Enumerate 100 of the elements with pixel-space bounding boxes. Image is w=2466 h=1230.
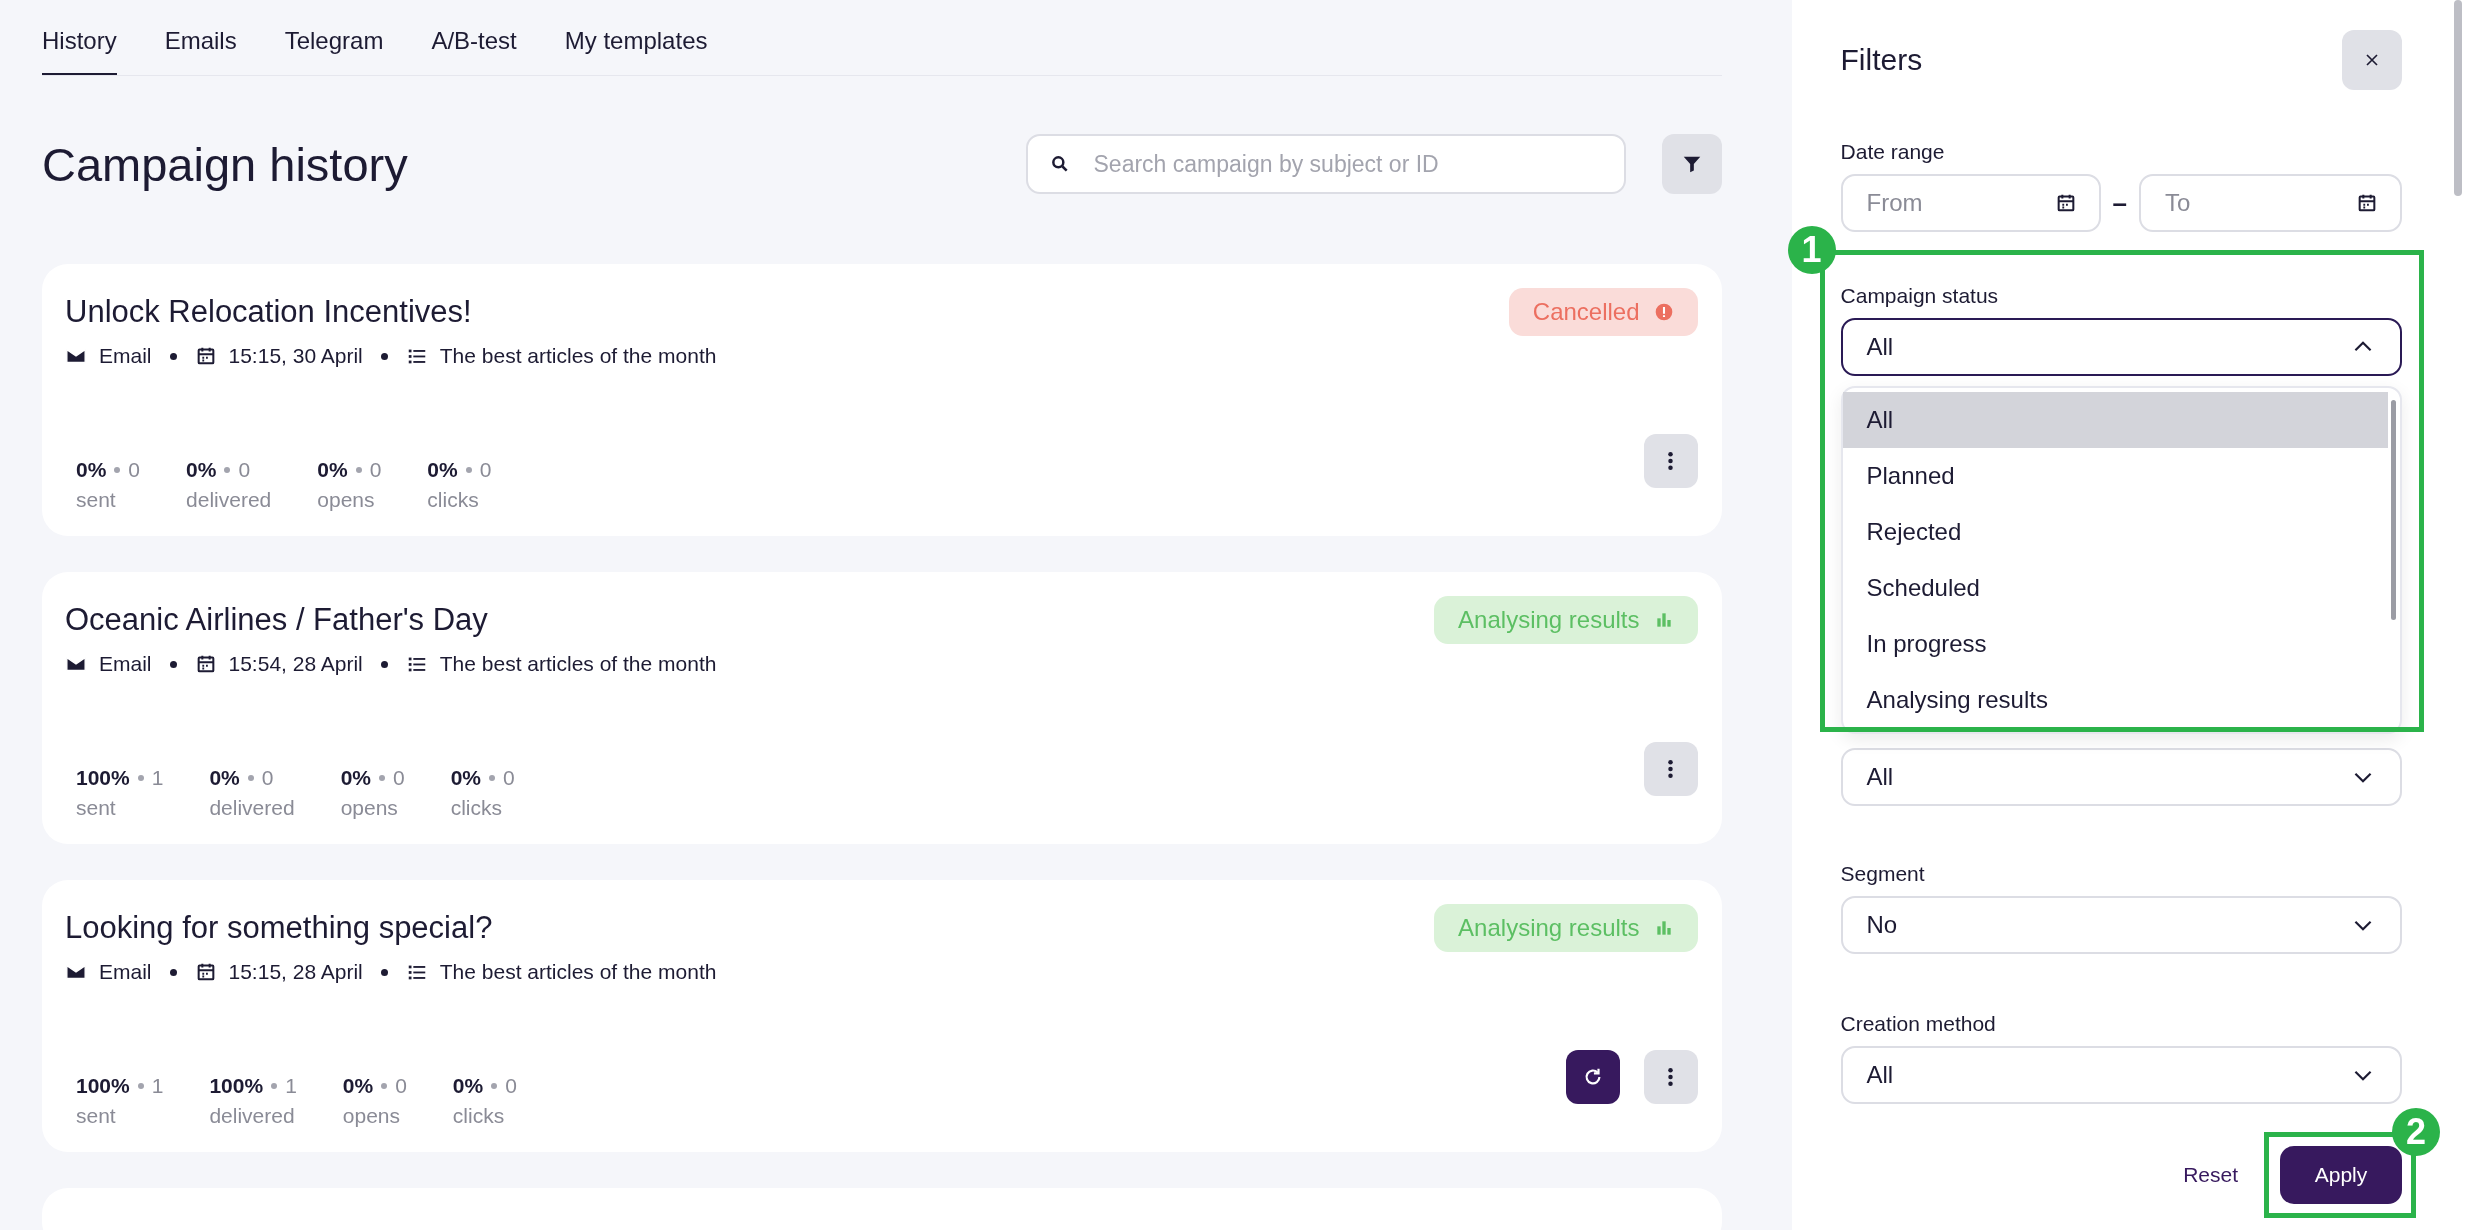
status-select[interactable]: All: [1840, 318, 2402, 376]
stat-count: 1: [151, 1074, 164, 1098]
stat-label: delivered: [186, 488, 272, 512]
stat-count: 0: [369, 458, 382, 482]
stat-count: 0: [395, 1074, 407, 1098]
search-field[interactable]: Search campaign by subject or ID: [1025, 134, 1626, 194]
scrollbar[interactable]: [2454, 0, 2462, 196]
date-to-field[interactable]: To: [2139, 174, 2402, 232]
separator-dot: [380, 968, 388, 976]
retry-button[interactable]: [1565, 1050, 1620, 1104]
more-button[interactable]: [1643, 434, 1698, 488]
field-label: Creation method: [1840, 1012, 1997, 1036]
stat-percent: 100%: [76, 766, 130, 790]
separator-dot: [169, 660, 177, 668]
stat-percent: 0%: [76, 458, 107, 482]
page-title: Campaign history: [42, 136, 409, 192]
dropdown-option[interactable]: Rejected: [1842, 504, 2388, 560]
campaign-title: Looking for something special?: [65, 910, 493, 946]
range-separator: –: [2112, 187, 2127, 219]
tab[interactable]: History: [42, 27, 117, 75]
tab[interactable]: Emails: [164, 27, 237, 75]
search-icon: [1049, 154, 1070, 174]
alert-icon: [1653, 302, 1674, 322]
separator-dot: [169, 352, 177, 360]
campaign-title: Unlock Relocation Incentives!: [65, 294, 472, 330]
creation-method-select[interactable]: All: [1840, 1046, 2402, 1104]
dropdown-option[interactable]: All: [1842, 392, 2388, 448]
stat-label: delivered: [209, 796, 295, 820]
dropdown-option[interactable]: Planned: [1842, 448, 2388, 504]
annotation-number: 1: [1787, 226, 1836, 274]
separator-dot: [379, 775, 385, 781]
stat-count: 0: [128, 458, 141, 482]
dropdown-option[interactable]: Analysing results: [1842, 672, 2388, 728]
stat-percent: 0%: [340, 766, 371, 790]
stat-percent: 100%: [76, 1074, 130, 1098]
stat-label: clicks: [450, 796, 504, 820]
annotation-number: 2: [2392, 1108, 2440, 1156]
field-label: Campaign status: [1840, 284, 2000, 308]
field-label: Segment: [1840, 862, 1926, 886]
apply-button[interactable]: Apply: [2280, 1146, 2402, 1204]
tab[interactable]: A/B-test: [431, 27, 517, 75]
dropdown-option[interactable]: Scheduled: [1842, 560, 2388, 616]
status-badge: Analysing results: [1434, 596, 1698, 644]
list-name: The best articles of the month: [439, 960, 717, 984]
separator-dot: [137, 1083, 144, 1089]
more-icon: [1668, 452, 1674, 470]
close-button[interactable]: [2342, 30, 2402, 90]
stat-label: sent: [76, 796, 117, 820]
filter-button[interactable]: [1661, 134, 1722, 194]
stat-label: sent: [76, 488, 117, 512]
segment-select[interactable]: No: [1840, 896, 2402, 954]
separator-dot: [489, 775, 496, 781]
stat-count: 0: [505, 1074, 517, 1098]
stat-label: clicks: [427, 488, 480, 512]
send-datetime: 15:15, 30 April: [228, 344, 363, 368]
channel-label: Email: [99, 652, 152, 676]
reset-button[interactable]: Reset: [2177, 1162, 2244, 1188]
scrollbar[interactable]: [2391, 400, 2396, 620]
stat-percent: 0%: [427, 458, 458, 482]
stat-percent: 0%: [342, 1074, 374, 1098]
stat-count: 0: [238, 458, 251, 482]
separator-dot: [380, 352, 388, 360]
field-label: Date range: [1840, 140, 1946, 164]
separator-dot: [355, 467, 362, 473]
stat-count: 0: [261, 766, 274, 790]
more-button[interactable]: [1643, 742, 1698, 796]
stat-count: 1: [151, 766, 164, 790]
dropdown-option[interactable]: In progress: [1842, 616, 2388, 672]
separator-dot: [247, 775, 254, 781]
separator-dot: [169, 968, 177, 976]
stat-label: sent: [76, 1104, 117, 1128]
send-datetime: 15:15, 28 April: [228, 960, 363, 984]
stat-percent: 0%: [317, 458, 348, 482]
status-badge: Analysing results: [1434, 904, 1698, 952]
more-button[interactable]: [1643, 1050, 1698, 1104]
stat-label: opens: [342, 1104, 402, 1128]
panel-title: Filters: [1840, 43, 1923, 77]
stat-label: clicks: [452, 1104, 506, 1128]
send-datetime: 15:54, 28 April: [228, 652, 363, 676]
more-icon: [1668, 760, 1674, 778]
stat-percent: 100%: [209, 1074, 264, 1098]
separator-dot: [271, 1083, 278, 1089]
separator-dot: [465, 467, 472, 473]
stat-count: 1: [285, 1074, 297, 1098]
stat-percent: 0%: [452, 1074, 484, 1098]
tab[interactable]: My templates: [564, 27, 708, 75]
separator-dot: [380, 660, 388, 668]
tab[interactable]: Telegram: [284, 27, 384, 75]
calendar-icon: [2356, 192, 2378, 214]
campaign-title: Oceanic Airlines / Father's Day: [65, 602, 488, 638]
separator-dot: [381, 1083, 388, 1089]
list-name: The best articles of the month: [439, 652, 717, 676]
date-from-field[interactable]: From: [1840, 174, 2101, 232]
more-icon: [1668, 1068, 1674, 1086]
separator-dot: [137, 775, 144, 781]
stat-percent: 0%: [450, 766, 482, 790]
stat-percent: 0%: [209, 766, 240, 790]
list-select[interactable]: All: [1840, 748, 2402, 806]
stat-count: 0: [393, 766, 405, 790]
separator-dot: [491, 1083, 498, 1089]
